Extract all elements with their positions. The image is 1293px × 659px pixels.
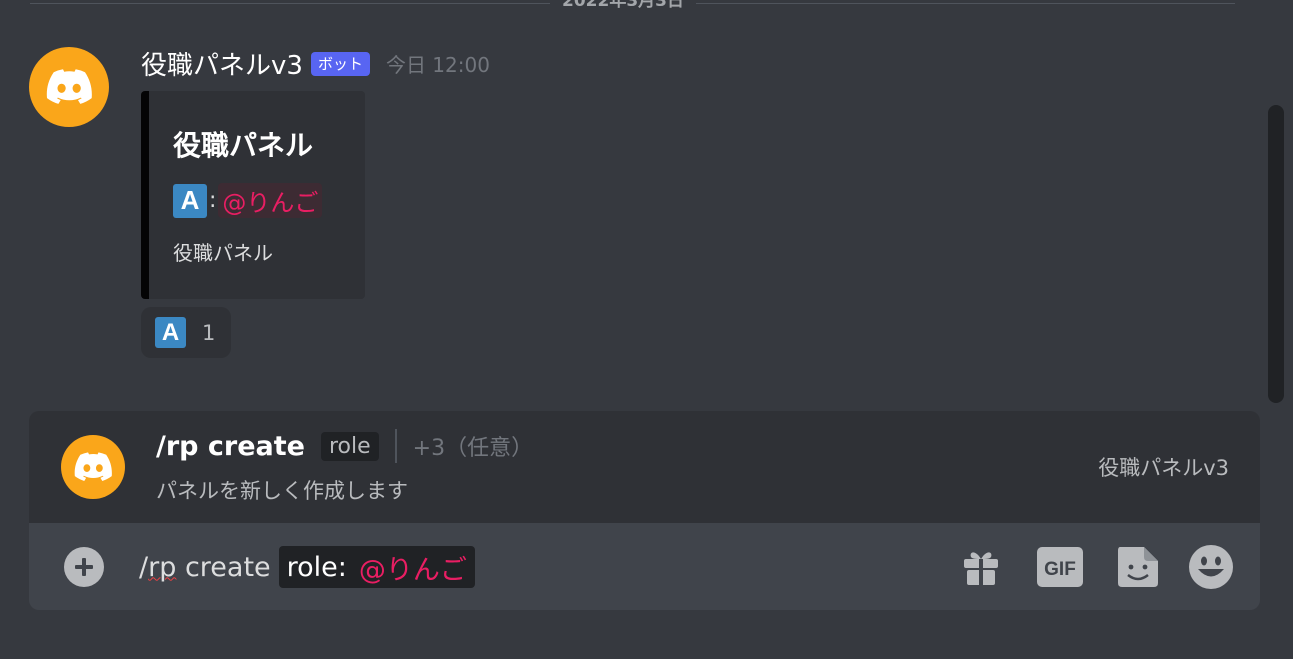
discord-logo-icon <box>74 452 112 481</box>
plus-icon <box>75 558 93 576</box>
message-input[interactable]: / rp create role: @りんご <box>139 546 475 588</box>
emoji-picker-button[interactable] <box>1187 543 1235 591</box>
embed-description: 役職パネル <box>173 241 273 265</box>
sticker-button[interactable] <box>1114 543 1162 591</box>
date-label: 2022年3月3日 <box>550 0 696 11</box>
role-mention[interactable]: @りんご <box>218 183 323 218</box>
input-slash: / <box>139 551 149 583</box>
reaction-button[interactable]: A 1 <box>141 307 231 358</box>
reaction-count: 1 <box>202 320 216 345</box>
command-optional-count: +3（任意） <box>412 436 534 461</box>
command-app-avatar <box>61 435 125 499</box>
gift-button[interactable] <box>957 543 1005 591</box>
field-colon: : <box>209 188 217 213</box>
regional-a-emoji-icon: A <box>173 183 207 218</box>
command-source-app: 役職パネルv3 <box>1098 456 1229 480</box>
scrollbar-thumb[interactable] <box>1268 105 1284 403</box>
message-input-bar[interactable]: / rp create role: @りんご GIF <box>29 523 1260 610</box>
gift-icon <box>964 552 998 585</box>
add-attachment-button[interactable] <box>64 547 104 587</box>
embed-title: 役職パネル <box>173 129 314 162</box>
command-name: /rp create <box>156 430 305 462</box>
input-command-rest: create <box>176 551 271 583</box>
gif-label: GIF <box>1044 559 1076 580</box>
date-divider: 2022年3月3日 <box>30 0 1235 11</box>
input-command-word: rp <box>148 551 177 583</box>
embed-field: A : @りんご <box>173 183 323 218</box>
message-timestamp: 今日 12:00 <box>385 53 490 77</box>
regional-a-emoji-icon: A <box>155 317 186 348</box>
slash-command-suggestion[interactable]: /rp create role +3（任意） パネルを新しく作成します 役職パネ… <box>29 411 1260 523</box>
chip-value: @りんご <box>358 554 467 586</box>
command-separator <box>394 429 397 463</box>
bot-tag: ボット <box>310 51 370 76</box>
username[interactable]: 役職パネルv3 <box>141 45 303 82</box>
discord-logo-icon <box>46 69 92 104</box>
command-signature: /rp create role +3（任意） <box>156 429 533 463</box>
command-option-role[interactable]: role <box>320 431 379 461</box>
message-embed: 役職パネル A : @りんご 役職パネル <box>141 91 365 299</box>
smiley-icon <box>1189 545 1233 589</box>
message-header: 役職パネルv3 ボット 今日 12:00 <box>141 45 490 82</box>
command-description: パネルを新しく作成します <box>156 479 408 503</box>
bot-avatar[interactable] <box>29 47 109 127</box>
input-option-chip[interactable]: role: @りんご <box>278 546 475 588</box>
chip-label: role: <box>286 551 347 583</box>
gif-button[interactable]: GIF <box>1036 543 1084 591</box>
gif-icon: GIF <box>1037 547 1083 587</box>
sticker-icon <box>1118 547 1158 587</box>
